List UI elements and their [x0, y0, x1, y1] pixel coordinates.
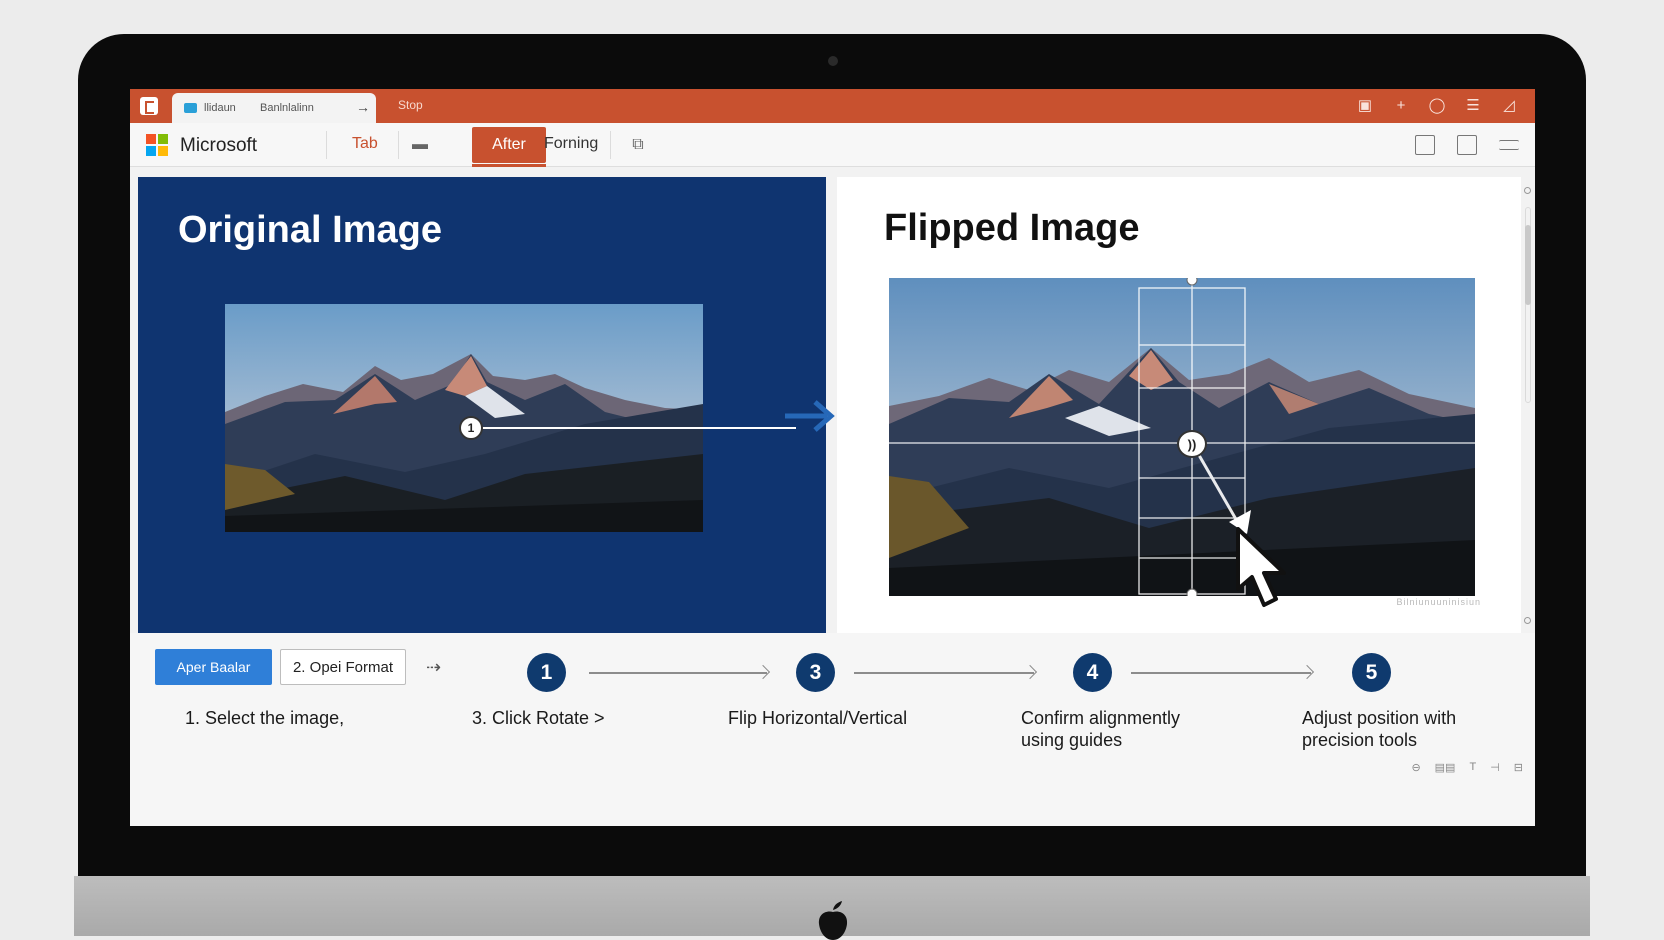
step-4-badge: 4: [1073, 653, 1112, 692]
document-icon: [184, 103, 197, 113]
step-5-badge: 5: [1352, 653, 1391, 692]
original-image-title: Original Image: [178, 209, 442, 251]
document-tab[interactable]: llidaun Banlnlalinn →: [172, 93, 376, 123]
title-bar: llidaun Banlnlalinn → Stop ▣ + ◯ ☰ ◿: [130, 89, 1535, 123]
image-watermark: Bilniunuuninisiun: [1396, 597, 1481, 607]
menu-icon[interactable]: ☰: [1463, 95, 1483, 115]
step-label-rotate: 3. Click Rotate >: [472, 708, 605, 728]
tab-after[interactable]: After: [472, 127, 546, 167]
primary-action-button[interactable]: Aper Baalar: [155, 649, 272, 685]
flip-arrow-icon: [785, 400, 835, 432]
more-icon[interactable]: [1499, 140, 1519, 150]
ribbon-divider: [610, 131, 611, 159]
tab-tab[interactable]: Tab: [352, 135, 378, 153]
tab-label-secondary: Banlnlalinn: [260, 102, 314, 114]
scroll-down-icon[interactable]: [1524, 617, 1531, 624]
step-connector: [589, 672, 767, 674]
scroll-thumb[interactable]: [1525, 225, 1531, 305]
cursor-icon: [1236, 527, 1286, 607]
original-marker[interactable]: 1: [459, 416, 483, 440]
title-text[interactable]: Stop: [398, 98, 423, 112]
ribbon-divider: [398, 131, 399, 159]
split-view-icon[interactable]: [1415, 135, 1435, 155]
fit-icon[interactable]: ⊣: [1490, 761, 1500, 774]
guide-line: [470, 427, 796, 429]
save-icon[interactable]: ▣: [1355, 95, 1375, 115]
ribbon-divider: [326, 131, 327, 159]
flipped-image-title: Flipped Image: [884, 207, 1140, 249]
comment-icon[interactable]: ◯: [1427, 95, 1447, 115]
original-marker-label: 1: [467, 421, 475, 435]
step-connector: [854, 672, 1034, 674]
step-label-select: 1. Select the image,: [185, 708, 345, 728]
plus-icon[interactable]: +: [1391, 95, 1411, 115]
flipped-marker[interactable]: )): [1177, 430, 1207, 458]
step-label-confirm: Confirm alignmently using guides: [1021, 708, 1181, 750]
resize-icon[interactable]: [1457, 135, 1477, 155]
flipped-image-panel: Flipped Image)) Bilniunuuninisiun: [837, 177, 1521, 633]
ribbon-view-controls: [1415, 135, 1519, 155]
app-icon[interactable]: [140, 97, 158, 115]
original-image-panel: Original Image 1: [138, 177, 826, 633]
brand-name: Microsoft: [180, 135, 258, 156]
open-format-button[interactable]: 2. Opei Format: [280, 649, 406, 685]
layout-icon[interactable]: ▬: [410, 135, 430, 155]
step-3-badge: 3: [796, 653, 835, 692]
scroll-up-icon[interactable]: [1524, 187, 1531, 194]
apple-logo-icon: [818, 901, 848, 940]
step-connector: [1131, 672, 1311, 674]
share-icon[interactable]: ⇢: [426, 657, 441, 678]
title-bar-controls: ▣ + ◯ ☰ ◿: [1355, 95, 1519, 115]
vertical-scrollbar[interactable]: [1521, 177, 1535, 633]
screen: llidaun Banlnlalinn → Stop ▣ + ◯ ☰ ◿ Mic…: [130, 89, 1535, 826]
tab-arrow-icon[interactable]: →: [356, 99, 370, 115]
flipped-marker-label: )): [1187, 436, 1197, 452]
text-icon[interactable]: T: [1469, 761, 1476, 774]
step-label-adjust: Adjust position with precision tools: [1302, 708, 1457, 750]
step-1-badge: 1: [527, 653, 566, 692]
image-icon[interactable]: ⧉: [628, 135, 648, 155]
ribbon: Microsoft Tab ▬ After Forning ⧉: [130, 123, 1535, 167]
webcam: [828, 56, 838, 66]
step-label-flip: Flip Horizontal/Vertical: [728, 708, 908, 728]
steps-bar: Aper Baalar 2. Opei Format ⇢ 1 3 4 5 1. …: [130, 633, 1535, 826]
status-bar-icons: ⊖ ▤▤ T ⊣ ⊟: [1411, 761, 1523, 774]
notification-icon[interactable]: ◿: [1499, 95, 1519, 115]
view-mode-icon[interactable]: ▤▤: [1435, 761, 1456, 774]
microsoft-logo-icon: [146, 134, 168, 156]
zoom-out-icon[interactable]: ⊖: [1411, 761, 1420, 774]
fullscreen-icon[interactable]: ⊟: [1514, 761, 1523, 774]
tab-label-primary: llidaun: [204, 102, 236, 114]
tab-forning[interactable]: Forning: [544, 135, 598, 153]
